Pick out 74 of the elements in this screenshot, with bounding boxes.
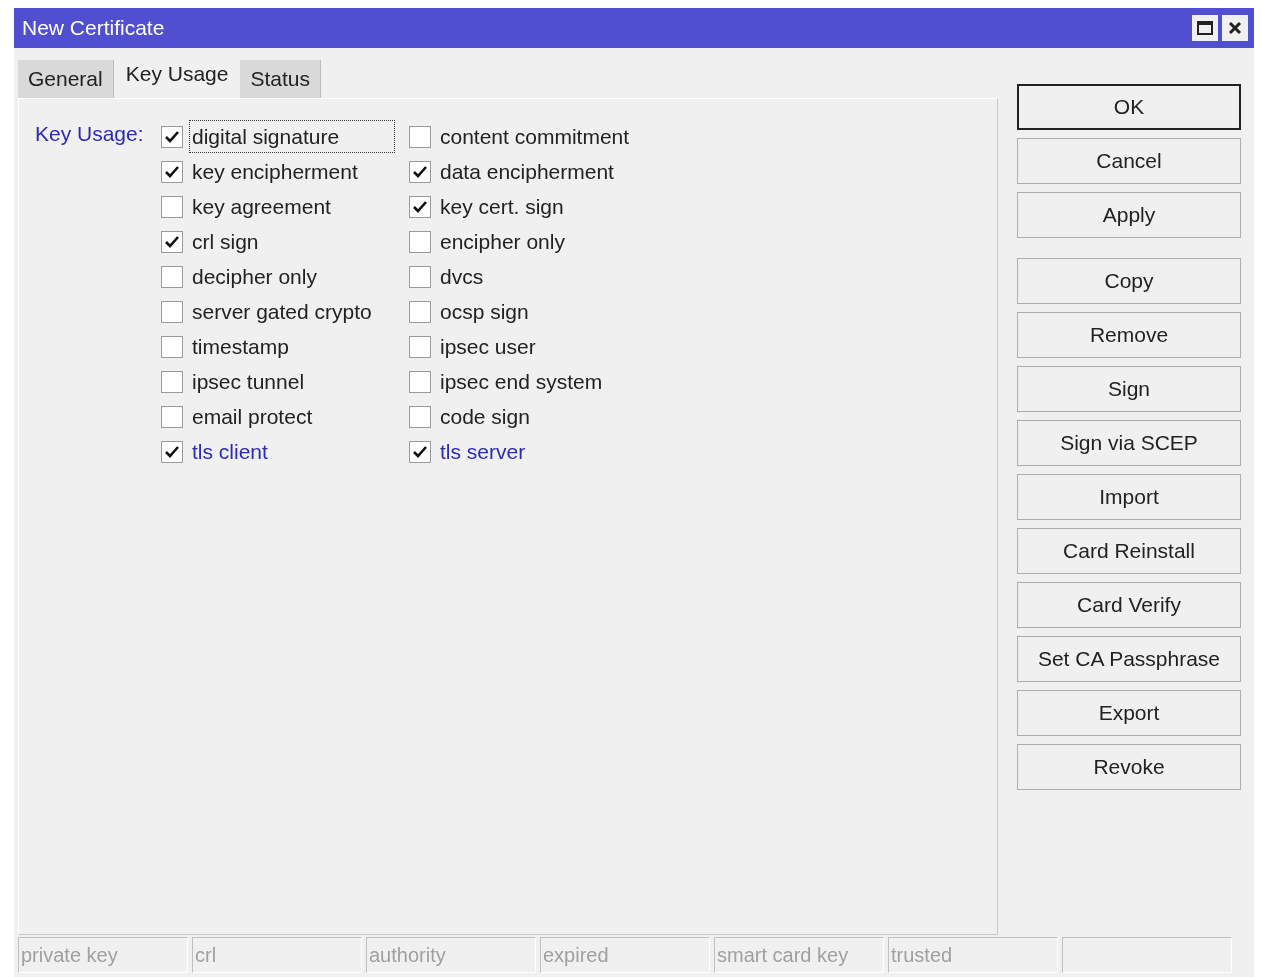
checkmark-icon [413, 445, 427, 458]
checkbox-label: encipher only [439, 228, 566, 255]
checkbox-label: tls server [439, 438, 527, 465]
checkbox-label: ipsec user [439, 333, 537, 360]
checkbox[interactable] [161, 265, 183, 288]
checkbox[interactable] [409, 195, 431, 218]
checkbox[interactable] [409, 300, 431, 323]
dialog-button[interactable]: OK [1017, 84, 1241, 130]
checkbox[interactable] [409, 335, 431, 358]
checkbox[interactable] [409, 440, 431, 463]
checkmark-icon [165, 165, 179, 178]
checkbox[interactable] [409, 265, 431, 288]
tab[interactable]: Status [240, 60, 321, 98]
dialog-button[interactable]: Sign [1017, 366, 1241, 412]
checkbox[interactable] [161, 405, 183, 428]
checkbox-label: key cert. sign [439, 193, 565, 220]
checkmark-icon [165, 235, 179, 248]
checkbox[interactable] [161, 440, 183, 463]
close-icon [1228, 21, 1242, 35]
maximize-icon [1197, 21, 1213, 35]
maximize-button[interactable] [1192, 15, 1218, 41]
checkbox-label: code sign [439, 403, 531, 430]
checkbox[interactable] [409, 230, 431, 253]
dialog-button[interactable]: Sign via SCEP [1017, 420, 1241, 466]
checkbox-label: key encipherment [191, 158, 359, 185]
dialog-button[interactable]: Card Verify [1017, 582, 1241, 628]
dialog-button[interactable]: Set CA Passphrase [1017, 636, 1241, 682]
checkbox-label: key agreement [191, 193, 332, 220]
checkbox[interactable] [409, 160, 431, 183]
checkbox-label: ocsp sign [439, 298, 530, 325]
checkbox[interactable] [409, 370, 431, 393]
status-field: trusted [888, 937, 1058, 973]
checkbox-label: email protect [191, 403, 314, 430]
dialog-button[interactable]: Cancel [1017, 138, 1241, 184]
checkmark-icon [165, 445, 179, 458]
tab[interactable]: General [18, 60, 114, 98]
checkmark-icon [413, 165, 427, 178]
checkbox[interactable] [161, 300, 183, 323]
key-usage-label: Key Usage: [35, 121, 145, 147]
dialog-button[interactable]: Copy [1017, 258, 1241, 304]
checkbox-label: server gated crypto [191, 298, 373, 325]
status-field: crl [192, 937, 362, 973]
checkbox[interactable] [161, 125, 183, 148]
checkbox[interactable] [409, 405, 431, 428]
dialog-button[interactable]: Remove [1017, 312, 1241, 358]
status-field: authority [366, 937, 536, 973]
checkbox-label: ipsec tunnel [191, 368, 306, 395]
status-field: private key [18, 937, 188, 973]
checkbox[interactable] [161, 195, 183, 218]
checkbox[interactable] [161, 335, 183, 358]
checkbox-label: data encipherment [439, 158, 615, 185]
window-title: New Certificate [22, 15, 165, 42]
checkbox-label: tls client [191, 438, 269, 465]
checkbox-label: decipher only [191, 263, 318, 290]
checkbox-label: digital signature [189, 119, 395, 154]
status-field: smart card key [714, 937, 884, 973]
checkmark-icon [165, 130, 179, 143]
checkbox-label: ipsec end system [439, 368, 604, 395]
dialog-button[interactable]: Export [1017, 690, 1241, 736]
checkbox-label: content commitment [439, 123, 631, 150]
checkbox[interactable] [161, 160, 183, 183]
checkbox-label: dvcs [439, 263, 485, 290]
checkmark-icon [413, 200, 427, 213]
status-field: expired [540, 937, 710, 973]
checkbox[interactable] [161, 230, 183, 253]
checkbox-label: crl sign [191, 228, 260, 255]
dialog-button[interactable]: Import [1017, 474, 1241, 520]
close-button[interactable] [1222, 15, 1248, 41]
dialog-button[interactable]: Apply [1017, 192, 1241, 238]
dialog-button[interactable]: Revoke [1017, 744, 1241, 790]
checkbox[interactable] [161, 370, 183, 393]
checkbox[interactable] [409, 125, 431, 148]
dialog-button[interactable]: Card Reinstall [1017, 528, 1241, 574]
checkbox-label: timestamp [191, 333, 290, 360]
